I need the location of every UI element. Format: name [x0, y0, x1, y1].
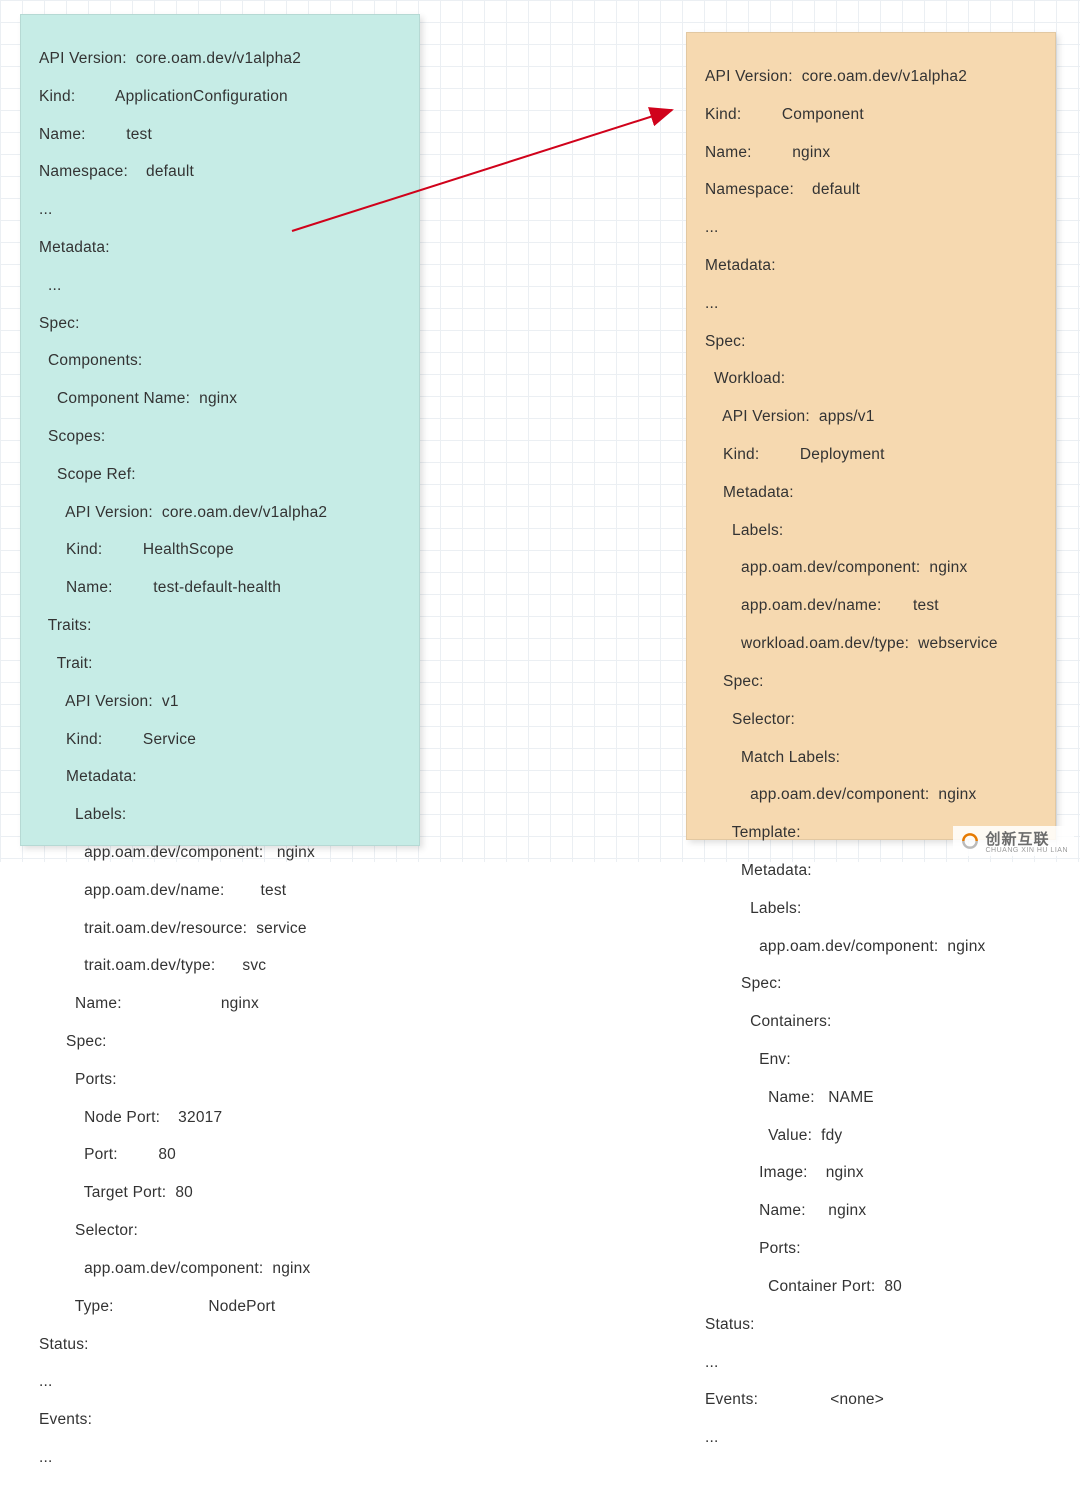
right-line: Spec: [705, 673, 1037, 692]
left-line: ... [39, 277, 401, 296]
left-line: Components: [39, 352, 401, 371]
right-line: Ports: [705, 1240, 1037, 1259]
right-line: Env: [705, 1051, 1037, 1070]
right-line: Spec: [705, 333, 1037, 352]
left-line: Target Port: 80 [39, 1184, 401, 1203]
right-line: Match Labels: [705, 749, 1037, 768]
left-line: API Version: core.oam.dev/v1alpha2 [39, 504, 401, 523]
right-line: Selector: [705, 711, 1037, 730]
right-line: API Version: core.oam.dev/v1alpha2 [705, 68, 1037, 87]
right-line: Namespace: default [705, 181, 1037, 200]
left-line: Events: [39, 1411, 401, 1430]
left-line: Labels: [39, 806, 401, 825]
right-line: ... [705, 295, 1037, 314]
watermark-sub: CHUANG XIN HU LIAN [985, 847, 1068, 854]
left-line: Name: test [39, 126, 401, 145]
left-yaml-card: API Version: core.oam.dev/v1alpha2 Kind:… [20, 14, 420, 846]
right-line: Workload: [705, 370, 1037, 389]
right-line: Metadata: [705, 257, 1037, 276]
left-line: Ports: [39, 1071, 401, 1090]
right-line: Metadata: [705, 862, 1037, 881]
left-line: Kind: ApplicationConfiguration [39, 88, 401, 107]
left-line: Port: 80 [39, 1146, 401, 1165]
left-line: Node Port: 32017 [39, 1109, 401, 1128]
left-line: Spec: [39, 1033, 401, 1052]
left-line: API Version: core.oam.dev/v1alpha2 [39, 50, 401, 69]
right-line: Metadata: [705, 484, 1037, 503]
right-line: Name: nginx [705, 1202, 1037, 1221]
left-line: Traits: [39, 617, 401, 636]
right-line: workload.oam.dev/type: webservice [705, 635, 1037, 654]
left-line: app.oam.dev/component: nginx [39, 844, 401, 863]
right-line: Labels: [705, 900, 1037, 919]
left-line: Metadata: [39, 768, 401, 787]
right-yaml-card: API Version: core.oam.dev/v1alpha2 Kind:… [686, 32, 1056, 840]
right-line: app.oam.dev/component: nginx [705, 786, 1037, 805]
right-line: app.oam.dev/name: test [705, 597, 1037, 616]
left-line: API Version: v1 [39, 693, 401, 712]
right-line: Spec: [705, 975, 1037, 994]
watermark: 创新互联 CHUANG XIN HU LIAN [953, 826, 1074, 856]
left-line: Scopes: [39, 428, 401, 447]
right-line: Value: fdy [705, 1127, 1037, 1146]
right-line: API Version: apps/v1 [705, 408, 1037, 427]
left-line: Name: test-default-health [39, 579, 401, 598]
left-line: app.oam.dev/name: test [39, 882, 401, 901]
left-line: ... [39, 1373, 401, 1392]
right-line: Labels: [705, 522, 1037, 541]
right-line: Events: <none> [705, 1391, 1037, 1410]
left-line: Name: nginx [39, 995, 401, 1014]
left-line: trait.oam.dev/resource: service [39, 920, 401, 939]
left-line: Spec: [39, 315, 401, 334]
right-line: Kind: Deployment [705, 446, 1037, 465]
right-line: Name: nginx [705, 144, 1037, 163]
right-line: app.oam.dev/component: nginx [705, 559, 1037, 578]
left-line: Scope Ref: [39, 466, 401, 485]
watermark-main: 创新互联 [985, 831, 1049, 848]
left-line: ... [39, 201, 401, 220]
left-line: Kind: HealthScope [39, 541, 401, 560]
left-line: Metadata: [39, 239, 401, 258]
left-line: Kind: Service [39, 731, 401, 750]
left-line: app.oam.dev/component: nginx [39, 1260, 401, 1279]
watermark-text: 创新互联 CHUANG XIN HU LIAN [985, 828, 1068, 854]
right-line: app.oam.dev/component: nginx [705, 938, 1037, 957]
right-line: Image: nginx [705, 1164, 1037, 1183]
right-line: Containers: [705, 1013, 1037, 1032]
left-line: Type: NodePort [39, 1298, 401, 1317]
right-line: Name: NAME [705, 1089, 1037, 1108]
right-line: Kind: Component [705, 106, 1037, 125]
right-line: Status: [705, 1316, 1037, 1335]
left-line: Status: [39, 1336, 401, 1355]
right-line: ... [705, 219, 1037, 238]
right-line: ... [705, 1429, 1037, 1448]
left-line: Namespace: default [39, 163, 401, 182]
left-line: Trait: [39, 655, 401, 674]
watermark-logo-icon [959, 831, 981, 851]
left-line: Selector: [39, 1222, 401, 1241]
right-line: Container Port: 80 [705, 1278, 1037, 1297]
right-line: ... [705, 1354, 1037, 1373]
left-line: trait.oam.dev/type: svc [39, 957, 401, 976]
left-line-component-name: Component Name: nginx [39, 390, 401, 409]
left-line: ... [39, 1449, 401, 1468]
